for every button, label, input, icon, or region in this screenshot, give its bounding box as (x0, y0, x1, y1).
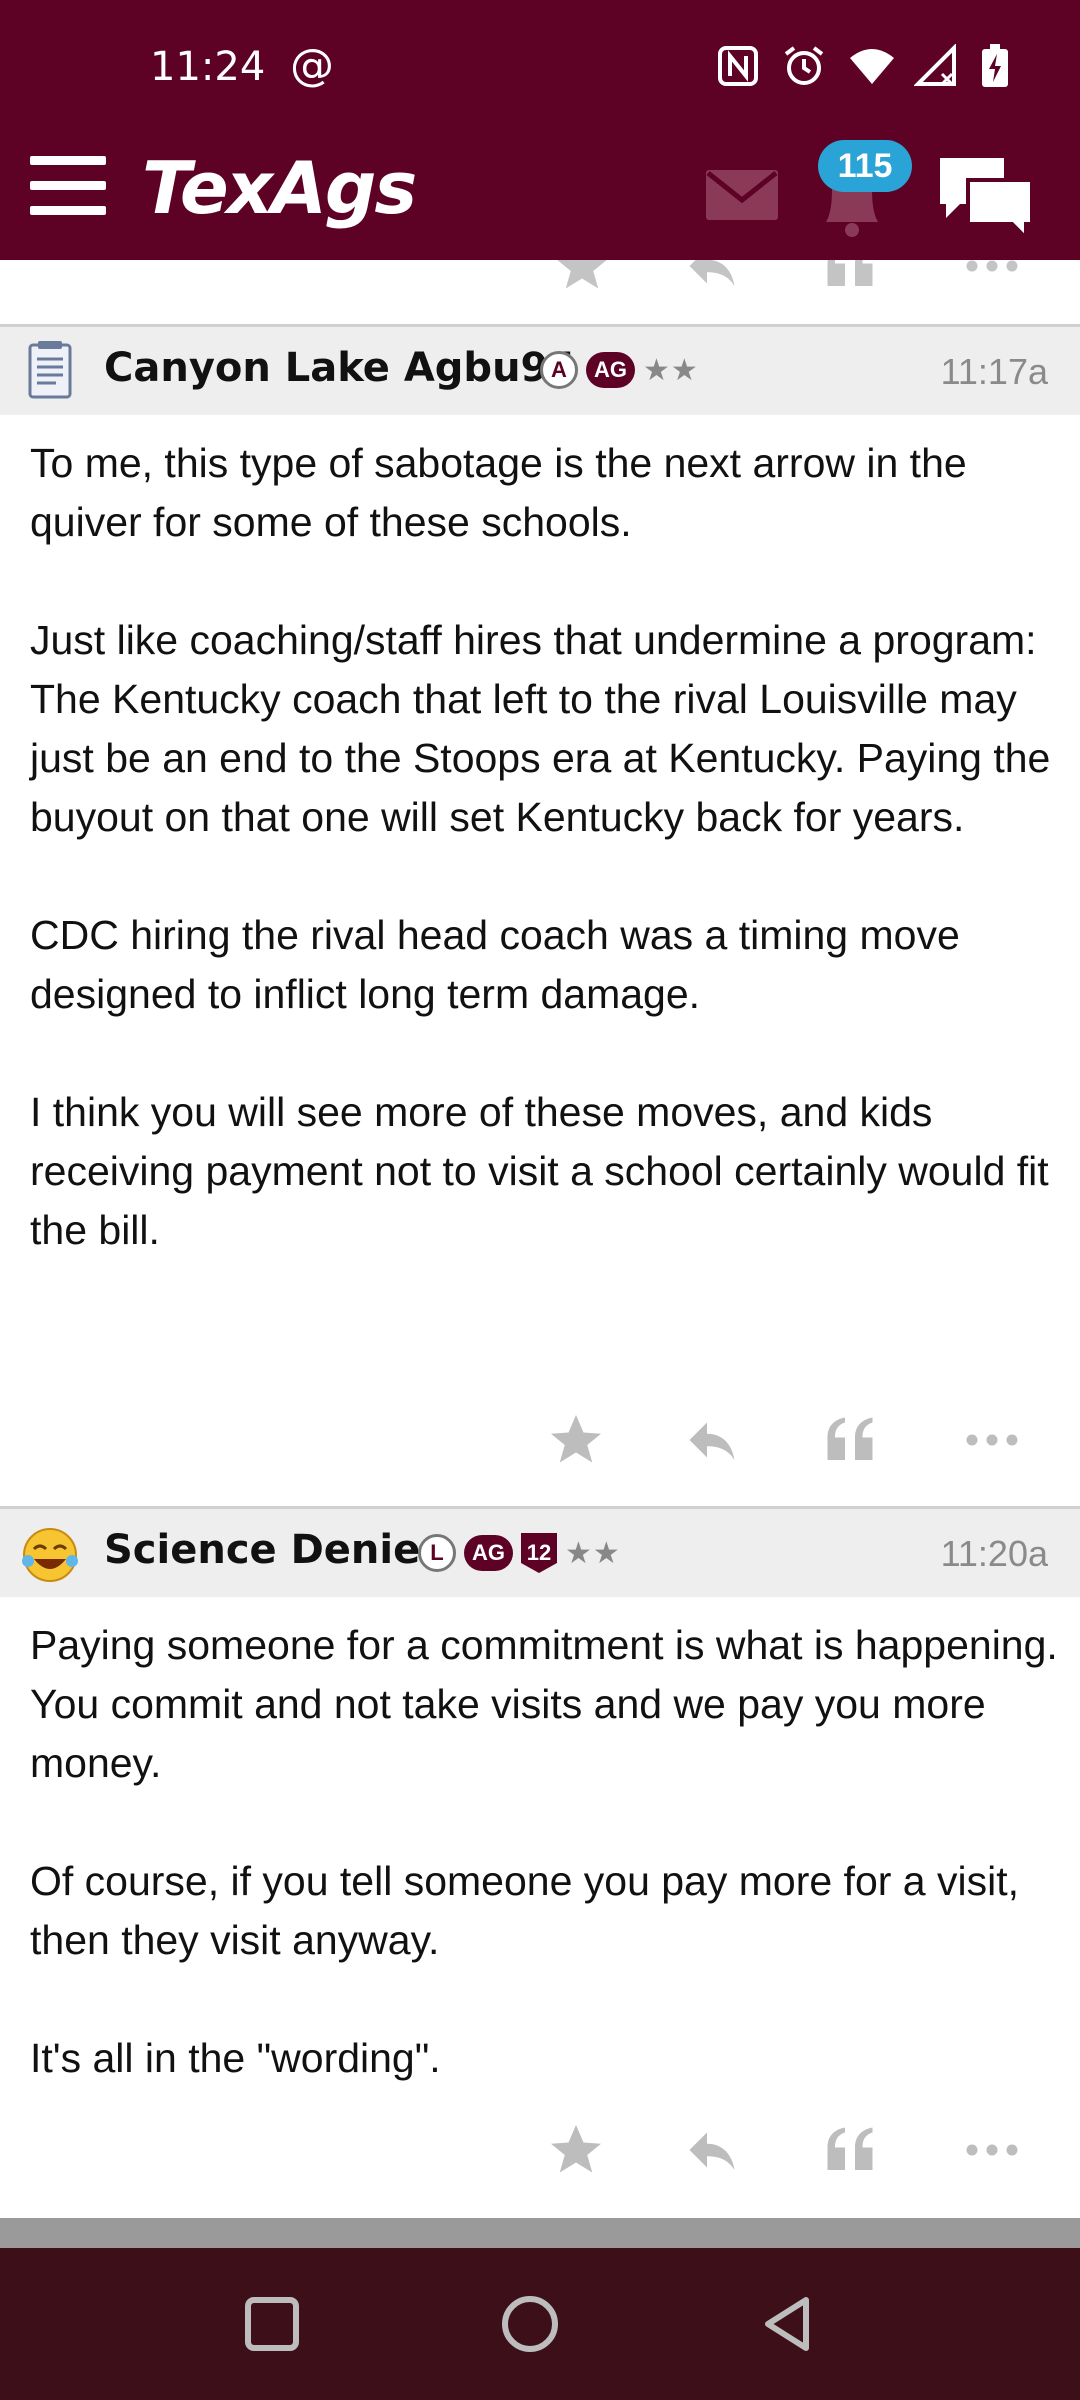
menu-icon[interactable] (30, 156, 106, 216)
post-actions (0, 1410, 1080, 1480)
post-body: To me, this type of sabotage is the next… (30, 440, 1051, 1253)
post-actions (0, 2120, 1080, 2190)
at-icon: @ (290, 40, 334, 91)
nfc-icon (716, 44, 760, 88)
post-username[interactable]: Canyon Lake Agbu94 (104, 345, 576, 391)
badge-ag: AG (464, 1535, 513, 1571)
post-username[interactable]: Science Denier (104, 1527, 440, 1573)
status-bar: 11:24 @ (0, 0, 1080, 140)
reply-icon[interactable] (682, 260, 742, 296)
post-body: Paying someone for a commitment is what … (30, 1622, 1058, 2081)
header: TexAgs 115 (0, 140, 1080, 260)
badge-ag: AG (586, 352, 635, 388)
post-time: 11:17a (940, 351, 1048, 392)
avatar[interactable] (18, 339, 82, 403)
post-time: 11:20a (940, 1533, 1048, 1574)
star-icon[interactable] (546, 2120, 606, 2180)
star-icon[interactable] (552, 260, 612, 296)
more-options-icon[interactable] (962, 1410, 1022, 1470)
badge-l: L (418, 1534, 456, 1572)
mail-icon[interactable] (706, 170, 778, 220)
battery-charging-icon (980, 44, 1024, 88)
alarm-icon (782, 44, 826, 88)
user-badges: A AG ★★ (540, 351, 699, 389)
star-icon[interactable] (546, 1410, 606, 1470)
avatar[interactable] (18, 1521, 82, 1585)
system-nav-bar (0, 2248, 1080, 2400)
wifi-icon (848, 44, 894, 88)
user-badges: L AG 12 ★★ (418, 1533, 621, 1573)
recents-icon[interactable] (240, 2292, 304, 2356)
forum-chat-icon[interactable] (934, 152, 1038, 243)
status-time: 11:24 (150, 44, 266, 90)
quote-icon[interactable] (820, 2120, 880, 2180)
back-icon[interactable] (756, 2292, 820, 2356)
post-header: Science Denier L AG 12 ★★ 11:20a (0, 1509, 1080, 1597)
previous-post-actions (0, 260, 1080, 296)
notification-count-badge[interactable]: 115 (818, 140, 912, 192)
badge-12th-man: 12 (521, 1533, 557, 1573)
signal-icon (913, 43, 958, 88)
reply-icon[interactable] (682, 1410, 742, 1470)
quote-icon[interactable] (820, 260, 880, 296)
reply-icon[interactable] (682, 2120, 742, 2180)
status-icons (716, 43, 1024, 88)
texags-logo[interactable]: TexAgs (142, 146, 417, 230)
feed-bottom-strip (0, 2218, 1080, 2248)
more-options-icon[interactable] (962, 260, 1022, 296)
more-options-icon[interactable] (962, 2120, 1022, 2180)
quote-icon[interactable] (820, 1410, 880, 1470)
star-rating: ★★ (565, 1536, 621, 1570)
thread-feed[interactable]: Canyon Lake Agbu94 A AG ★★ 11:17a To me,… (0, 260, 1080, 2220)
badge-a: A (540, 351, 578, 389)
star-rating: ★★ (643, 353, 699, 387)
app-bar: 11:24 @ TexAgs 115 (0, 0, 1080, 260)
home-icon[interactable] (498, 2292, 562, 2356)
post-header: Canyon Lake Agbu94 A AG ★★ 11:17a (0, 327, 1080, 415)
